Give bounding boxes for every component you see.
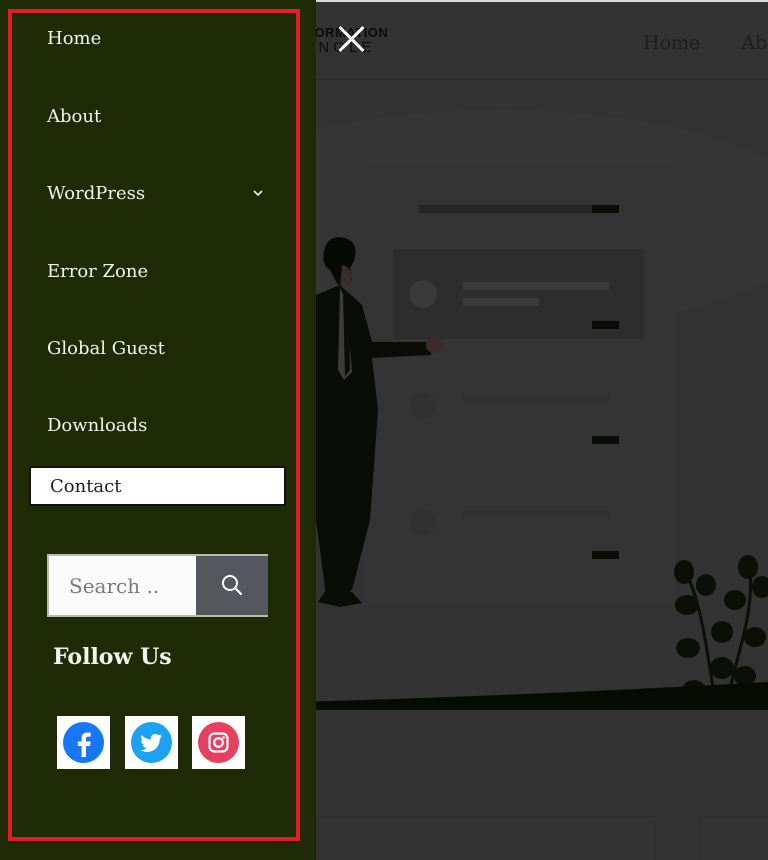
- header-nav-home[interactable]: Home: [643, 32, 700, 54]
- header-nav: Home About: [643, 32, 768, 54]
- board-button-4: [592, 551, 619, 559]
- menu-item-home[interactable]: Home: [47, 28, 101, 49]
- search-form: [47, 554, 268, 617]
- header-nav-about[interactable]: About: [741, 32, 768, 54]
- board-button-3: [592, 436, 619, 444]
- post-card[interactable]: [700, 816, 768, 860]
- menu-item-downloads[interactable]: Downloads: [47, 415, 147, 436]
- menu-item-about[interactable]: About: [47, 106, 101, 127]
- menu-item-contact-label: Contact: [50, 476, 122, 497]
- menu-item-error-zone[interactable]: Error Zone: [47, 261, 148, 282]
- twitter-link[interactable]: [125, 716, 178, 769]
- menu-item-contact[interactable]: Contact: [29, 466, 286, 506]
- board-button-2: [592, 321, 619, 329]
- follow-us-heading: Follow Us: [53, 644, 172, 670]
- offcanvas-menu-drawer: Home About WordPress Error Zone Global G…: [0, 0, 316, 860]
- facebook-link[interactable]: [57, 716, 110, 769]
- search-input[interactable]: [49, 556, 194, 615]
- instagram-link[interactable]: [192, 716, 245, 769]
- board-button-1: [592, 205, 619, 213]
- chevron-down-icon: [251, 186, 265, 200]
- submenu-toggle-wordpress[interactable]: [251, 186, 265, 200]
- search-button[interactable]: [196, 556, 268, 615]
- post-card[interactable]: [316, 816, 656, 860]
- close-menu-button[interactable]: [336, 24, 366, 54]
- menu-item-wordpress[interactable]: WordPress: [47, 183, 145, 204]
- menu-item-global-guest[interactable]: Global Guest: [47, 338, 165, 359]
